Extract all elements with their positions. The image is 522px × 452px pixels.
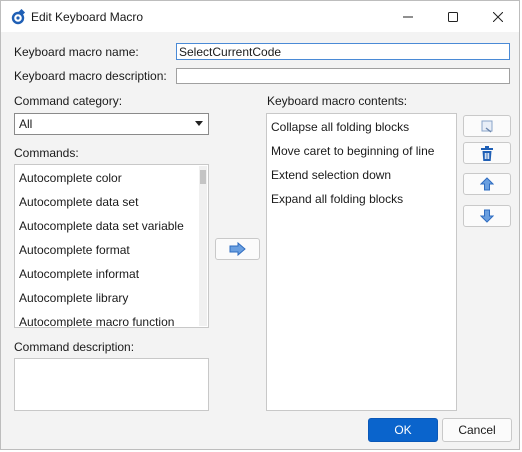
list-item[interactable]: Collapse all folding blocks	[271, 120, 409, 134]
list-item[interactable]: Autocomplete library	[19, 291, 128, 305]
close-icon	[493, 11, 503, 22]
arrow-up-icon	[480, 177, 494, 191]
move-up-button[interactable]	[463, 173, 511, 195]
delete-step-button[interactable]	[463, 142, 511, 164]
macro-contents-list[interactable]: Collapse all folding blocks Move caret t…	[266, 113, 457, 411]
properties-icon	[481, 120, 493, 133]
maximize-button[interactable]	[430, 1, 476, 32]
list-item[interactable]: Autocomplete data set	[19, 195, 138, 209]
chevron-down-icon	[195, 121, 203, 126]
edit-keyboard-macro-dialog: Edit Keyboard Macro Keyboard macro name:…	[0, 0, 520, 450]
command-category-value: All	[19, 117, 33, 131]
macro-description-field[interactable]	[176, 68, 510, 84]
arrow-down-icon	[480, 209, 494, 223]
macro-description-label: Keyboard macro description:	[14, 69, 167, 83]
list-item[interactable]: Autocomplete color	[19, 171, 122, 185]
list-item[interactable]: Autocomplete macro function	[19, 315, 174, 327]
command-category-label: Command category:	[14, 94, 123, 108]
list-item[interactable]: Autocomplete format	[19, 243, 130, 257]
commands-label: Commands:	[14, 146, 79, 160]
macro-contents-label: Keyboard macro contents:	[267, 94, 408, 108]
edit-step-button[interactable]	[463, 115, 511, 137]
command-description-label: Command description:	[14, 340, 135, 354]
gear-wrench-icon	[11, 9, 26, 25]
trash-icon	[481, 145, 493, 161]
list-item[interactable]: Extend selection down	[271, 168, 391, 182]
move-down-button[interactable]	[463, 205, 511, 227]
list-item[interactable]: Autocomplete informat	[19, 267, 139, 281]
command-category-select[interactable]: All	[14, 113, 209, 135]
macro-name-input[interactable]	[177, 44, 509, 59]
maximize-icon	[448, 11, 458, 22]
scrollbar-thumb[interactable]	[200, 170, 206, 184]
macro-name-field[interactable]	[176, 43, 510, 60]
minimize-icon	[403, 16, 413, 17]
cancel-button[interactable]: Cancel	[442, 418, 512, 442]
list-item[interactable]: Expand all folding blocks	[271, 192, 403, 206]
window-title: Edit Keyboard Macro	[31, 10, 144, 24]
commands-list[interactable]: Autocomplete color Autocomplete data set…	[14, 164, 209, 328]
command-description-box	[14, 358, 209, 411]
macro-description-input[interactable]	[177, 69, 509, 83]
list-item[interactable]: Move caret to beginning of line	[271, 144, 434, 158]
commands-scrollbar[interactable]	[199, 166, 207, 326]
title-bar: Edit Keyboard Macro	[1, 1, 519, 32]
macro-name-label: Keyboard macro name:	[14, 45, 139, 59]
list-item[interactable]: Autocomplete data set variable	[19, 219, 184, 233]
arrow-right-icon	[229, 242, 246, 256]
minimize-button[interactable]	[385, 1, 431, 32]
add-command-button[interactable]	[215, 238, 260, 260]
close-button[interactable]	[475, 1, 521, 32]
ok-button[interactable]: OK	[368, 418, 438, 442]
